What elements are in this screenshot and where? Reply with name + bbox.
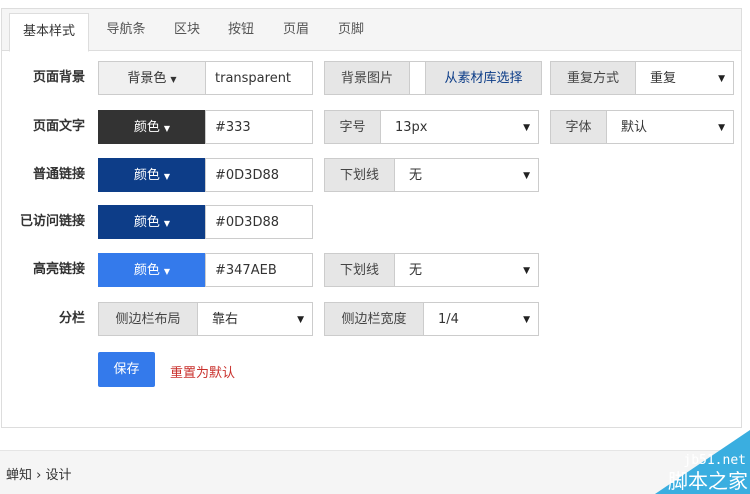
link-color-button[interactable]: 颜色 ▼ xyxy=(98,158,206,192)
hover-color-button[interactable]: 颜色 ▼ xyxy=(98,253,206,287)
bg-color-button[interactable]: 背景色 ▼ xyxy=(98,61,206,95)
save-button[interactable]: 保存 xyxy=(98,352,155,387)
reset-default-link[interactable]: 重置为默认 xyxy=(170,362,235,381)
tab-navbar[interactable]: 导航条 xyxy=(98,9,154,51)
link-label: 普通链接 xyxy=(32,167,85,182)
link-color-button-label: 颜色 xyxy=(133,168,160,183)
caret-down-icon: ▼ xyxy=(170,75,177,84)
bg-image-label: 背景图片 xyxy=(324,61,410,95)
sidebar-layout-label: 侧边栏布局 xyxy=(98,302,198,336)
font-family-label: 字体 xyxy=(550,110,607,144)
hover-link-label: 高亮链接 xyxy=(32,262,85,277)
tab-basic-style[interactable]: 基本样式 xyxy=(9,13,89,52)
repeat-select[interactable]: 重复 xyxy=(635,61,734,96)
sidebar-width-select[interactable]: 1/4 xyxy=(423,302,539,337)
visited-link-label: 已访问链接 xyxy=(19,214,85,229)
repeat-label: 重复方式 xyxy=(550,61,636,95)
watermark-logo: jb51.net 脚本之家 xyxy=(655,430,750,494)
tab-header[interactable]: 页眉 xyxy=(276,9,316,51)
text-color-button-label: 颜色 xyxy=(133,120,160,135)
bg-image-input[interactable] xyxy=(409,61,426,95)
tab-buttons[interactable]: 按钮 xyxy=(221,9,261,51)
font-family-select[interactable]: 默认 xyxy=(606,110,734,145)
link-underline-select[interactable]: 无 xyxy=(394,158,539,193)
hover-color-input[interactable]: #347AEB xyxy=(205,253,313,287)
hover-underline-label: 下划线 xyxy=(324,253,395,287)
caret-down-icon: ▼ xyxy=(163,267,171,276)
visited-color-button-label: 颜色 xyxy=(133,215,160,230)
link-color-input[interactable]: #0D3D88 xyxy=(205,158,313,192)
breadcrumb[interactable]: 蝉知 › 设计 xyxy=(6,464,71,483)
font-size-select[interactable]: 13px xyxy=(380,110,539,145)
caret-down-icon: ▼ xyxy=(163,124,171,133)
text-color-button[interactable]: 颜色 ▼ xyxy=(98,110,206,144)
hover-color-button-label: 颜色 xyxy=(133,263,160,278)
svg-text:jb51.net: jb51.net xyxy=(683,453,746,468)
hover-underline-select[interactable]: 无 xyxy=(394,253,539,288)
sidebar-layout-select[interactable]: 靠右 xyxy=(197,302,313,337)
bg-color-input[interactable]: transparent xyxy=(205,61,313,95)
caret-down-icon: ▼ xyxy=(163,219,171,228)
page-text-label: 页面文字 xyxy=(32,119,85,134)
text-color-input[interactable]: #333 xyxy=(205,110,313,144)
columns-label: 分栏 xyxy=(58,311,85,326)
caret-down-icon: ▼ xyxy=(163,172,171,181)
font-size-label: 字号 xyxy=(324,110,381,144)
bg-color-button-label: 背景色 xyxy=(127,71,167,86)
visited-color-button[interactable]: 颜色 ▼ xyxy=(98,205,206,239)
sidebar-width-label: 侧边栏宽度 xyxy=(324,302,424,336)
tab-blocks[interactable]: 区块 xyxy=(167,9,207,51)
tab-footer[interactable]: 页脚 xyxy=(331,9,371,51)
link-underline-label: 下划线 xyxy=(324,158,395,192)
visited-color-input[interactable]: #0D3D88 xyxy=(205,205,313,239)
tab-bar: 基本样式 导航条 区块 按钮 页眉 页脚 xyxy=(2,9,741,52)
svg-text:脚本之家: 脚本之家 xyxy=(668,469,748,493)
page-background-label: 页面背景 xyxy=(32,70,85,85)
pick-from-library-button[interactable]: 从素材库选择 xyxy=(425,61,542,95)
